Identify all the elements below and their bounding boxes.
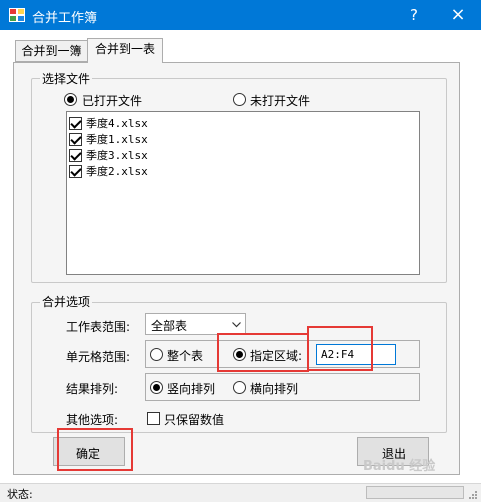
tab-merge-workbook[interactable]: 合并到一簿 xyxy=(15,40,88,62)
progress-bar xyxy=(366,486,464,499)
help-button[interactable]: ? xyxy=(393,0,435,30)
file-checkbox[interactable] xyxy=(69,165,82,178)
list-item[interactable]: 季度3.xlsx xyxy=(86,147,148,163)
file-list[interactable]: 季度4.xlsx 季度1.xlsx 季度3.xlsx 季度2.xlsx xyxy=(66,111,420,275)
opened-files-label[interactable]: 已打开文件 xyxy=(82,92,142,109)
app-icon xyxy=(9,8,25,22)
sort-horizontal-label[interactable]: 横向排列 xyxy=(250,380,298,397)
merge-options-label: 合并选项 xyxy=(40,293,93,310)
sort-vertical-label[interactable]: 竖向排列 xyxy=(167,380,215,397)
sheet-range-label: 工作表范围: xyxy=(66,320,131,334)
status-label: 状态: xyxy=(7,488,33,501)
whole-sheet-label[interactable]: 整个表 xyxy=(167,347,203,364)
sort-label: 结果排列: xyxy=(66,382,119,396)
sort-horizontal-radio[interactable] xyxy=(233,381,246,394)
chevron-down-icon xyxy=(232,322,241,328)
tab-merge-sheet[interactable]: 合并到一表 xyxy=(87,38,163,63)
sheet-range-value: 全部表 xyxy=(151,319,188,333)
file-checkbox[interactable] xyxy=(69,117,82,130)
close-button[interactable]: × xyxy=(437,0,479,30)
file-checkbox[interactable] xyxy=(69,133,82,146)
whole-sheet-radio[interactable] xyxy=(150,348,163,361)
watermark: Baidu 经验 xyxy=(363,459,436,474)
unopened-files-radio[interactable] xyxy=(233,93,246,106)
title-bar: 合并工作簿 ? × xyxy=(0,0,481,30)
list-item[interactable]: 季度1.xlsx xyxy=(86,131,148,147)
list-item[interactable]: 季度2.xlsx xyxy=(86,163,148,179)
highlight-specified-area xyxy=(217,333,309,372)
unopened-files-label[interactable]: 未打开文件 xyxy=(250,92,310,109)
highlight-area-input xyxy=(307,326,373,371)
other-options-label: 其他选项: xyxy=(66,413,119,427)
sheet-range-select[interactable]: 全部表 xyxy=(145,313,246,335)
values-only-checkbox[interactable] xyxy=(147,412,160,425)
sort-vertical-radio[interactable] xyxy=(150,381,163,394)
list-item[interactable]: 季度4.xlsx xyxy=(86,115,148,131)
cell-range-label: 单元格范围: xyxy=(66,350,131,364)
highlight-ok-button xyxy=(57,428,133,471)
resize-grip-icon[interactable] xyxy=(468,490,478,500)
file-group-label: 选择文件 xyxy=(40,70,93,87)
values-only-label[interactable]: 只保留数值 xyxy=(164,411,224,428)
file-checkbox[interactable] xyxy=(69,149,82,162)
window-title: 合并工作簿 xyxy=(32,11,98,26)
opened-files-radio[interactable] xyxy=(64,93,77,106)
